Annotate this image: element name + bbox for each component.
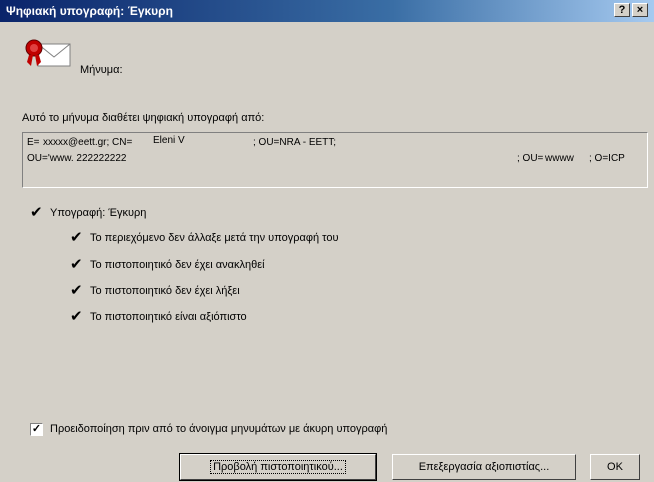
signed-envelope-icon <box>24 36 74 72</box>
subject-text: E= <box>27 137 40 148</box>
help-button[interactable]: ? <box>614 3 630 17</box>
subject-text: OU='www. 222222222 <box>27 153 127 164</box>
check-item: Το πιστοποιητικό δεν έχει λήξει <box>90 285 240 297</box>
ok-button[interactable]: OK <box>590 454 640 480</box>
checkmark-icon: ✔ <box>70 256 83 273</box>
subject-text: wwww <box>545 153 574 164</box>
checkmark-icon: ✔ <box>70 229 83 246</box>
subject-text: ; O=ICP <box>589 153 625 164</box>
window-title: Ψηφιακή υπογραφή: Έγκυρη <box>6 4 173 18</box>
view-certificate-button[interactable]: Προβολή πιστοποιητικού... <box>179 453 377 481</box>
signer-subject-box: E= xxxxx@eett.gr; CN= Eleni V ; OU=NRA -… <box>22 132 648 188</box>
signature-status: Υπογραφή: Έγκυρη <box>50 207 147 219</box>
checkmark-icon: ✔ <box>70 308 83 325</box>
warn-checkbox-label[interactable]: Προειδοποίηση πριν από το άνοιγμα μηνυμά… <box>50 423 387 435</box>
dialog-body: Μήνυμα: Αυτό το μήνυμα διαθέτει ψηφιακή … <box>0 22 654 482</box>
view-certificate-label: Προβολή πιστοποιητικού... <box>210 460 346 474</box>
subject-text: ; OU=NRA - EETT; <box>253 137 337 148</box>
signed-by-label: Αυτό το μήνυμα διαθέτει ψηφιακή υπογραφή… <box>22 112 265 124</box>
subject-text: ; OU= <box>517 153 544 164</box>
checkmark-icon: ✔ <box>30 204 43 221</box>
check-item: Το πιστοποιητικό είναι αξιόπιστο <box>90 311 247 323</box>
check-item: Το περιεχόμενο δεν άλλαξε μετά την υπογρ… <box>90 232 339 244</box>
edit-trust-button[interactable]: Επεξεργασία αξιοπιστίας... <box>392 454 576 480</box>
checkmark-icon: ✔ <box>70 282 83 299</box>
subject-text: xxxxx@eett.gr; CN= <box>43 137 133 148</box>
close-button[interactable]: × <box>632 3 648 17</box>
warn-checkbox[interactable]: ✓ <box>30 423 43 436</box>
title-bar[interactable]: Ψηφιακή υπογραφή: Έγκυρη ? × <box>0 0 654 22</box>
message-label: Μήνυμα: <box>80 64 123 76</box>
subject-text: Eleni V <box>153 135 185 146</box>
check-item: Το πιστοποιητικό δεν έχει ανακληθεί <box>90 259 265 271</box>
